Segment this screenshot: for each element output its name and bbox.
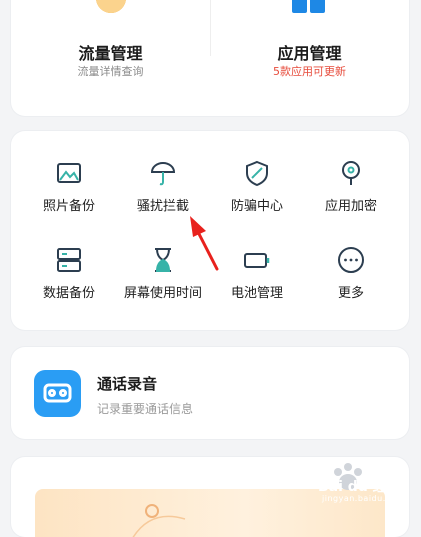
annotation-arrow-icon — [190, 216, 219, 271]
watermark-text: Bai du 经验 — [318, 479, 401, 495]
watermark-url: jingyan.baidu.com — [322, 494, 405, 503]
